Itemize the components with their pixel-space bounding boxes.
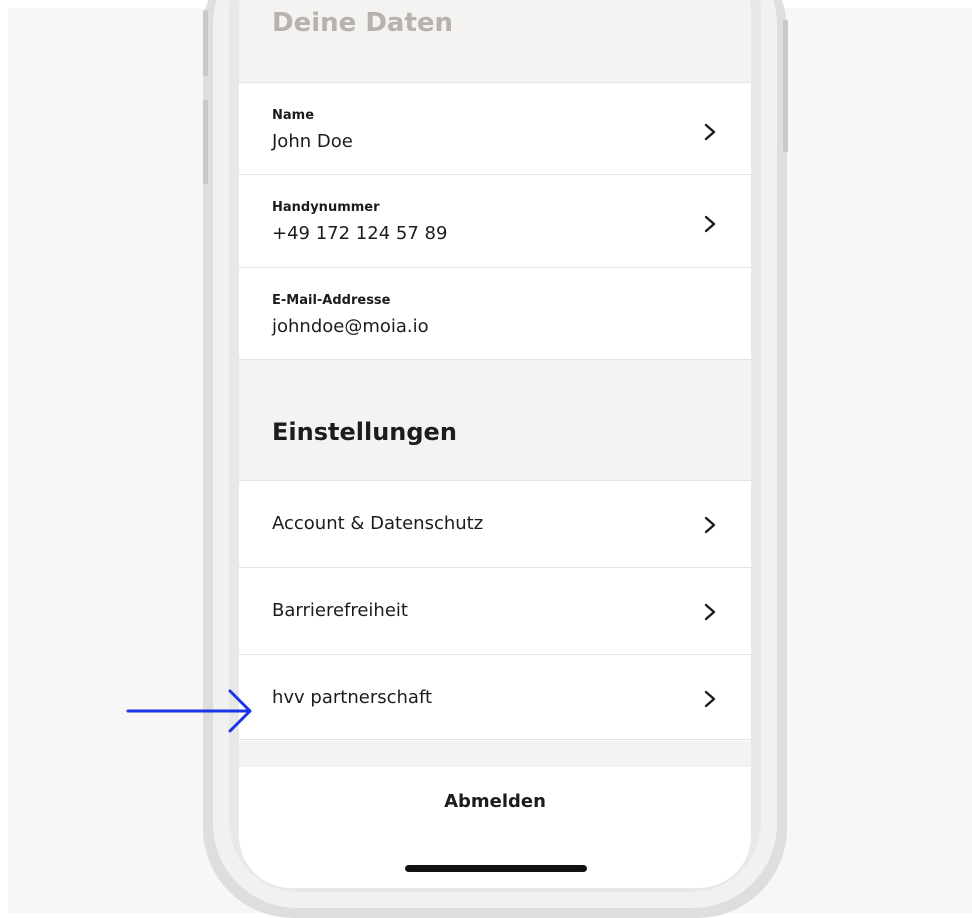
chevron-right-icon [704, 603, 716, 621]
home-indicator [405, 865, 587, 872]
name-label: Name [272, 108, 315, 123]
chevron-right-icon [704, 690, 716, 708]
account-privacy-label: Account & Datenschutz [272, 513, 484, 534]
logout-label: Abmelden [444, 791, 546, 812]
phone-number-value: +49 172 124 57 89 [272, 223, 448, 244]
name-value: John Doe [272, 131, 353, 152]
phone-side-button-lower [203, 100, 208, 184]
settings-title: Einstellungen [272, 418, 457, 446]
email-value: johndoe@moia.io [272, 316, 429, 337]
email-row: E-Mail-Addresse johndoe@moia.io [239, 267, 751, 359]
settings-footer-spacer [239, 741, 751, 767]
phone-number-label: Handynummer [272, 200, 380, 215]
logout-button[interactable]: Abmelden [239, 767, 751, 837]
chevron-right-icon [704, 123, 716, 141]
hvv-partnership-row[interactable]: hvv partnerschaft [239, 654, 751, 740]
settings-header: Einstellungen [239, 359, 751, 480]
right-arrow-icon [126, 689, 252, 733]
email-label: E-Mail-Addresse [272, 293, 391, 308]
accessibility-label: Barrierefreiheit [272, 600, 408, 621]
chevron-right-icon [704, 516, 716, 534]
account-privacy-row[interactable]: Account & Datenschutz [239, 480, 751, 567]
accessibility-row[interactable]: Barrierefreiheit [239, 567, 751, 654]
personal-data-header: Deine Daten [239, 0, 751, 82]
phone-power-button [783, 20, 788, 152]
chevron-right-icon [704, 215, 716, 233]
profile-screen: Deine Daten Name John Doe Handynummer +4… [239, 0, 751, 888]
personal-data-title: Deine Daten [272, 8, 454, 38]
phone-number-row[interactable]: Handynummer +49 172 124 57 89 [239, 174, 751, 267]
hvv-partnership-label: hvv partnerschaft [272, 687, 433, 708]
name-row[interactable]: Name John Doe [239, 82, 751, 174]
phone-screen: Deine Daten Name John Doe Handynummer +4… [239, 0, 751, 888]
phone-side-button-upper [203, 10, 208, 76]
